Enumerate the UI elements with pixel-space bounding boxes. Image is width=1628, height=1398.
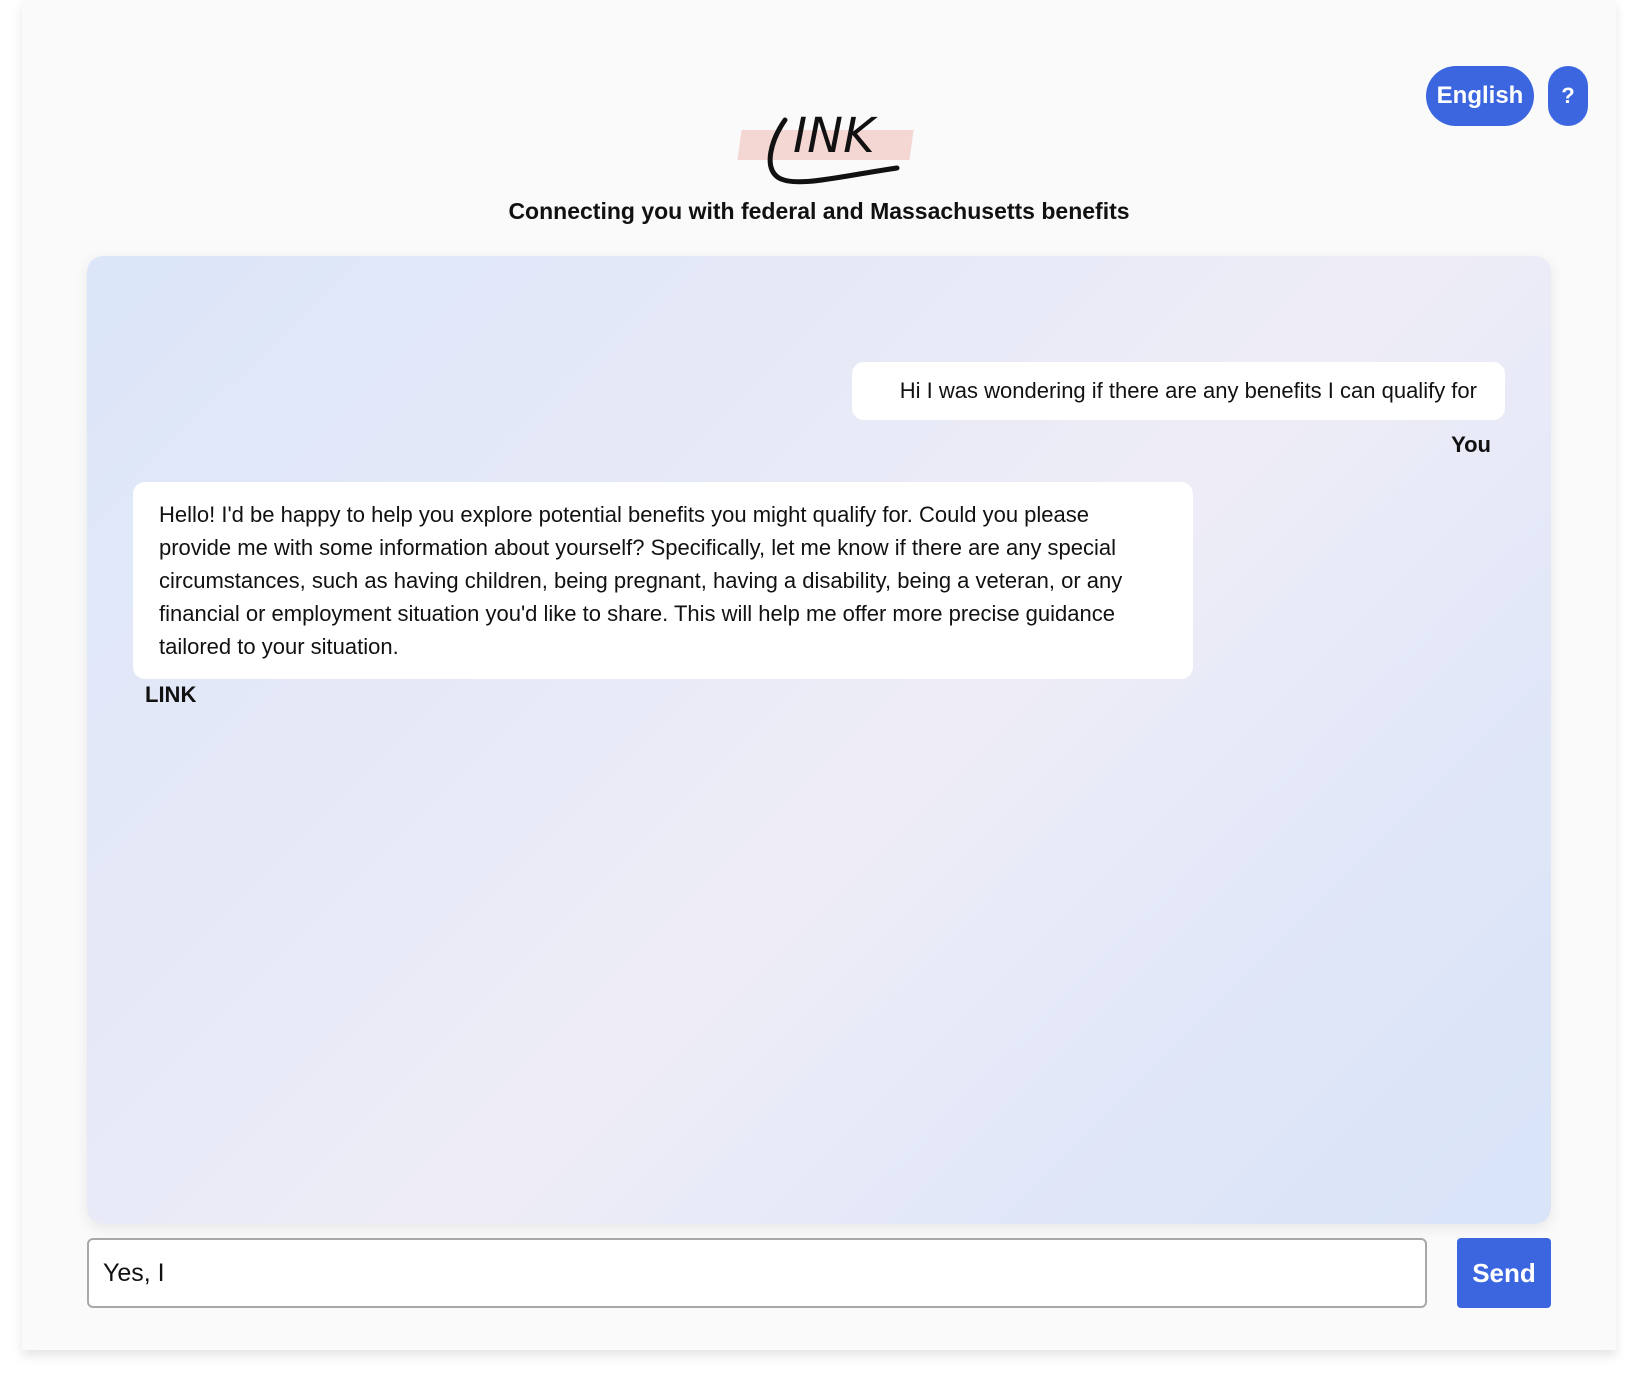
tagline: Connecting you with federal and Massachu…	[508, 198, 1130, 224]
user-sender-label: You	[1451, 432, 1491, 457]
app-frame: English ? INK Connecting you with federa…	[22, 0, 1616, 1350]
language-button[interactable]: English	[1426, 66, 1534, 126]
chat-panel: Hi I was wondering if there are any bene…	[87, 256, 1551, 1224]
message-input[interactable]	[87, 1238, 1427, 1308]
svg-text:INK: INK	[793, 108, 878, 164]
bot-sender-label: LINK	[145, 682, 197, 707]
help-button[interactable]: ?	[1548, 66, 1588, 126]
send-button[interactable]: Send	[1457, 1238, 1551, 1308]
user-message-bubble: Hi I was wondering if there are any bene…	[851, 362, 1505, 420]
bot-message-bubble: Hello! I'd be happy to help you explore …	[133, 482, 1193, 679]
link-logo: INK	[737, 106, 937, 196]
